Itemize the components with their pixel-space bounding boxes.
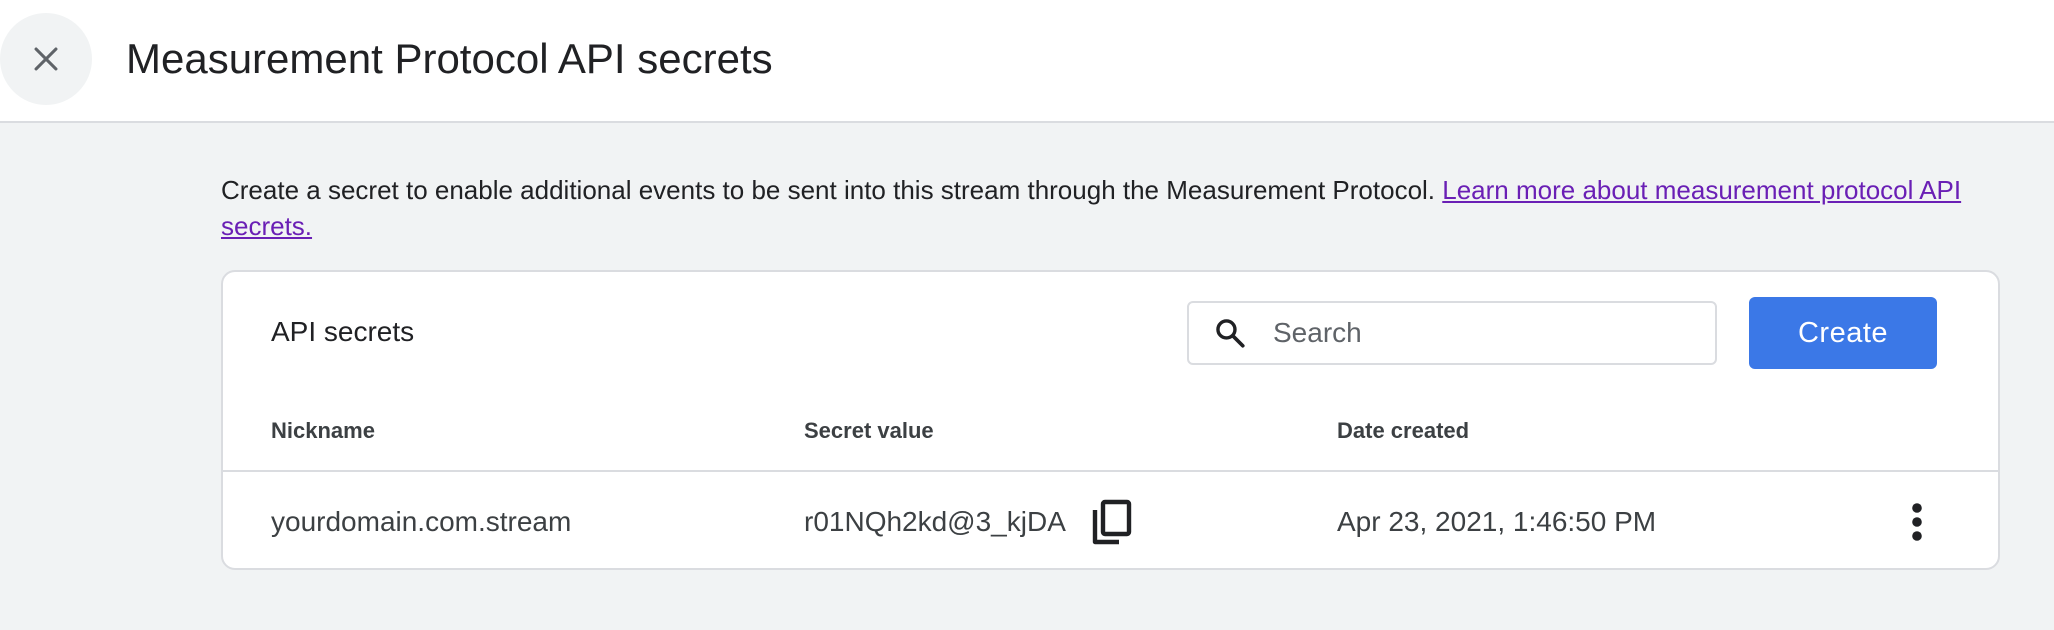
close-icon <box>34 47 58 71</box>
card-title: API secrets <box>271 316 415 347</box>
cell-nickname: yourdomain.com.stream <box>271 506 572 537</box>
search-input[interactable] <box>1273 317 1693 349</box>
header-bar: Measurement Protocol API secrets <box>0 0 2054 123</box>
copy-icon[interactable] <box>1089 498 1133 546</box>
column-header-date-created[interactable]: Date created <box>1337 416 1469 446</box>
description-text: Create a secret to enable additional eve… <box>221 172 2001 244</box>
more-vert-icon[interactable] <box>1909 502 1925 542</box>
description-body: Create a secret to enable additional eve… <box>221 175 1443 205</box>
api-secrets-card: API secrets Create Nickname Secret value… <box>221 270 2000 570</box>
page-title: Measurement Protocol API secrets <box>126 35 773 82</box>
create-button[interactable]: Create <box>1749 297 1937 369</box>
column-header-secret-value[interactable]: Secret value <box>804 416 934 446</box>
column-header-nickname[interactable]: Nickname <box>271 416 375 446</box>
close-button[interactable] <box>0 13 92 105</box>
cell-date-created: Apr 23, 2021, 1:46:50 PM <box>1337 506 1657 537</box>
search-icon <box>1216 319 1245 348</box>
cell-secret-value: r01NQh2kd@3_kjDA <box>804 506 1066 537</box>
table-row: yourdomain.com.stream r01NQh2kd@3_kjDA A… <box>223 474 1998 568</box>
table-header: Nickname Secret value Date created <box>223 416 1998 472</box>
search-field[interactable] <box>1187 301 1717 365</box>
